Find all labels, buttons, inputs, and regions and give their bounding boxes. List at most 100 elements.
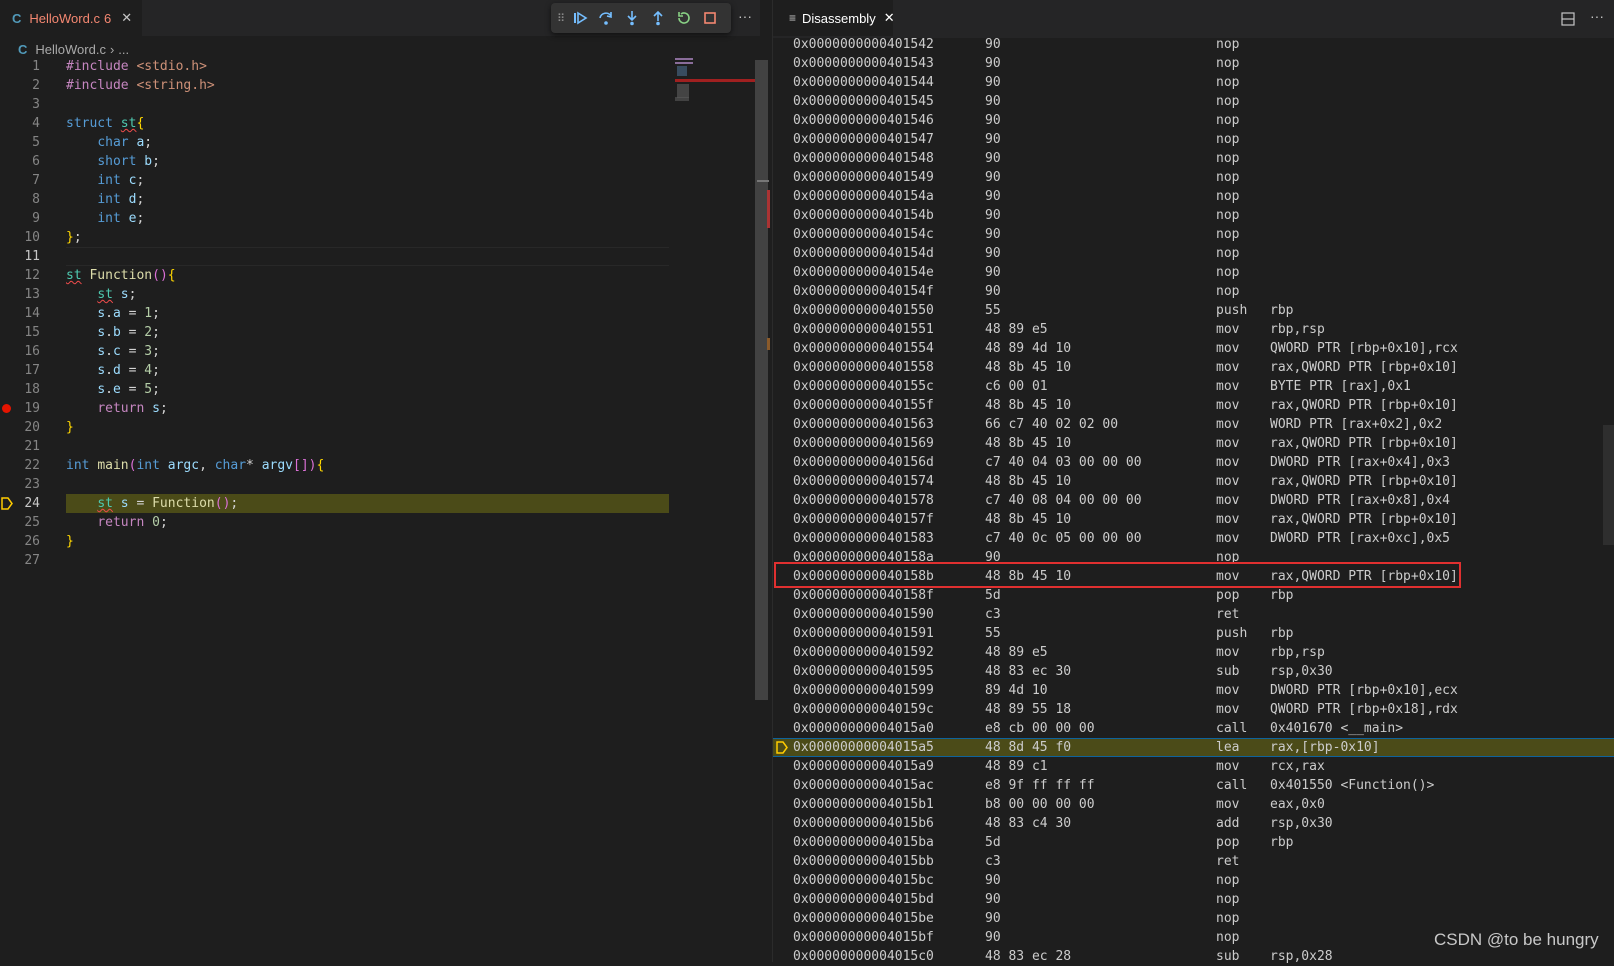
code-line[interactable]: 11 [0, 247, 670, 266]
disassembly-row[interactable]: 0x0000000000401558 48 8b 45 10 mov rax,QWOR… [773, 358, 1614, 377]
code-line[interactable]: 19 return s; [0, 399, 670, 418]
tab-helloword-c[interactable]: C HelloWord.c 6 ✕ [0, 0, 142, 36]
code-line[interactable]: 10}; [0, 228, 670, 247]
disassembly-row[interactable]: 0x00000000004015a0 e8 cb 00 00 00 call 0x40… [773, 719, 1614, 738]
disassembly-row[interactable]: 0x00000000004015b6 48 83 c4 30 add rsp,0x30 [773, 814, 1614, 833]
code-line[interactable]: 13 st s; [0, 285, 670, 304]
step-over-icon[interactable] [593, 5, 619, 31]
disassembly-row[interactable]: 0x000000000040159c 48 89 55 18 mov QWORD PT… [773, 700, 1614, 719]
step-into-icon[interactable] [619, 5, 645, 31]
continue-icon[interactable] [567, 5, 593, 31]
code-line[interactable]: 9 int e; [0, 209, 670, 228]
disassembly-row[interactable]: 0x00000000004015be 90 nop [773, 909, 1614, 928]
disassembly-row[interactable]: 0x0000000000401543 90 nop [773, 54, 1614, 73]
scrollbar[interactable] [1603, 425, 1614, 545]
code-line[interactable]: 23 [0, 475, 670, 494]
code-line[interactable]: 3 [0, 95, 670, 114]
more-actions-icon[interactable]: ··· [738, 8, 752, 24]
disassembly-row[interactable]: 0x0000000000401595 48 83 ec 30 sub rsp,0x30 [773, 662, 1614, 681]
breadcrumb-file[interactable]: HelloWord.c [35, 42, 106, 57]
disassembly-row[interactable]: 0x00000000004015a5 48 8d 45 f0 lea rax,[rbp… [773, 738, 1614, 757]
restart-icon[interactable] [671, 5, 697, 31]
split-editor-icon[interactable] [1561, 12, 1575, 31]
bytes-cell: 90 [985, 246, 1001, 261]
disassembly-row[interactable]: 0x000000000040154a 90 nop [773, 187, 1614, 206]
disassembly-row[interactable]: 0x000000000040158f 5d pop rbp [773, 586, 1614, 605]
disassembly-row[interactable]: 0x000000000040154e 90 nop [773, 263, 1614, 282]
disassembly-row[interactable]: 0x0000000000401569 48 8b 45 10 mov rax,QWOR… [773, 434, 1614, 453]
disassembly-row[interactable]: 0x0000000000401542 90 nop [773, 35, 1614, 54]
disassembly-row[interactable]: 0x00000000004015a9 48 89 c1 mov rcx,rax [773, 757, 1614, 776]
code-line[interactable]: 22 int main(int argc, char* argv[]){ [0, 456, 670, 475]
disassembly-row[interactable]: 0x0000000000401574 48 8b 45 10 mov rax,QWOR… [773, 472, 1614, 491]
disassembly-row[interactable]: 0x00000000004015bb c3 ret [773, 852, 1614, 871]
address-cell: 0x0000000000401551 [793, 322, 934, 337]
disassembly-row[interactable]: 0x00000000004015ba 5d pop rbp [773, 833, 1614, 852]
scrollbar[interactable] [755, 60, 768, 700]
disassembly-row[interactable]: 0x0000000000401549 90 nop [773, 168, 1614, 187]
disassembly-row[interactable]: 0x0000000000401563 66 c7 40 02 02 00 mov WO… [773, 415, 1614, 434]
disassembly-row[interactable]: 0x0000000000401546 90 nop [773, 111, 1614, 130]
close-icon[interactable]: ✕ [121, 10, 132, 26]
code-line[interactable]: 2 #include <string.h> [0, 76, 670, 95]
code-line[interactable]: 25 return 0; [0, 513, 670, 532]
code-line[interactable]: 4 struct st{ [0, 114, 670, 133]
disassembly-row[interactable]: 0x00000000004015b1 b8 00 00 00 00 mov eax,0… [773, 795, 1614, 814]
disassembly-row[interactable]: 0x0000000000401592 48 89 e5 mov rbp,rsp [773, 643, 1614, 662]
disassembly-row[interactable]: 0x0000000000401550 55 push rbp [773, 301, 1614, 320]
code-text: } [66, 420, 74, 435]
disassembly-view[interactable]: 0x0000000000401542 90 nop 0x000000000040154… [773, 35, 1614, 966]
disassembly-row[interactable]: 0x0000000000401599 89 4d 10 mov DWORD PTR [… [773, 681, 1614, 700]
code-line[interactable]: 24 st s = Function(); [0, 494, 670, 513]
code-line[interactable]: 18 s.e = 5; [0, 380, 670, 399]
code-line[interactable]: 21 [0, 437, 670, 456]
disassembly-row[interactable]: 0x000000000040157f 48 8b 45 10 mov rax,QWOR… [773, 510, 1614, 529]
disassembly-row[interactable]: 0x0000000000401544 90 nop [773, 73, 1614, 92]
step-out-icon[interactable] [645, 5, 671, 31]
more-actions-icon[interactable]: ··· [1590, 8, 1604, 24]
disassembly-row[interactable]: 0x00000000004015bd 90 nop [773, 890, 1614, 909]
code-line[interactable]: 26} [0, 532, 670, 551]
bytes-cell: b8 00 00 00 00 [985, 797, 1095, 812]
code-line[interactable]: 6 short b; [0, 152, 670, 171]
disassembly-row[interactable]: 0x000000000040154b 90 nop [773, 206, 1614, 225]
code-line[interactable]: 16 s.c = 3; [0, 342, 670, 361]
disassembly-row[interactable]: 0x000000000040154f 90 nop [773, 282, 1614, 301]
disassembly-row[interactable]: 0x0000000000401548 90 nop [773, 149, 1614, 168]
code-area[interactable]: 1 #include <stdio.h> 2 #include <string.h> 3… [0, 57, 670, 570]
disassembly-row[interactable]: 0x00000000004015bc 90 nop [773, 871, 1614, 890]
code-line[interactable]: 8 int d; [0, 190, 670, 209]
tab-disassembly[interactable]: ≡ Disassembly ✕ [773, 0, 895, 36]
code-line[interactable]: 7 int c; [0, 171, 670, 190]
disassembly-row[interactable]: 0x0000000000401551 48 89 e5 mov rbp,rsp [773, 320, 1614, 339]
disassembly-row[interactable]: 0x0000000000401545 90 nop [773, 92, 1614, 111]
disassembly-row[interactable]: 0x0000000000401554 48 89 4d 10 mov QWORD PT… [773, 339, 1614, 358]
code-line[interactable]: 15 s.b = 2; [0, 323, 670, 342]
code-line[interactable]: 5 char a; [0, 133, 670, 152]
disassembly-row[interactable]: 0x0000000000401590 c3 ret [773, 605, 1614, 624]
disassembly-row[interactable]: 0x0000000000401578 c7 40 08 04 00 00 00 mo… [773, 491, 1614, 510]
code-text: s.d = 4; [97, 363, 160, 378]
breadcrumb-symbol[interactable]: ... [118, 42, 129, 57]
cursor-line-border [66, 247, 669, 266]
minimap[interactable] [675, 57, 755, 117]
disassembly-row[interactable]: 0x000000000040154d 90 nop [773, 244, 1614, 263]
disassembly-row[interactable]: 0x000000000040156d c7 40 04 03 00 00 00 mo… [773, 453, 1614, 472]
disassembly-row[interactable]: 0x0000000000401591 55 push rbp [773, 624, 1614, 643]
disassembly-row[interactable]: 0x00000000004015ac e8 9f ff ff ff call 0x40… [773, 776, 1614, 795]
code-line[interactable]: 14 s.a = 1; [0, 304, 670, 323]
code-text: }; [66, 230, 82, 245]
code-line[interactable]: 27 [0, 551, 670, 570]
disassembly-row[interactable]: 0x0000000000401583 c7 40 0c 05 00 00 00 mo… [773, 529, 1614, 548]
code-line[interactable]: 20} [0, 418, 670, 437]
stop-icon[interactable] [697, 5, 723, 31]
disassembly-row[interactable]: 0x000000000040155c c6 00 01 mov BYTE PTR [r… [773, 377, 1614, 396]
code-line[interactable]: 1 #include <stdio.h> [0, 57, 670, 76]
disassembly-row[interactable]: 0x000000000040155f 48 8b 45 10 mov rax,QWOR… [773, 396, 1614, 415]
code-line[interactable]: 12 st Function(){ [0, 266, 670, 285]
disassembly-row[interactable]: 0x0000000000401547 90 nop [773, 130, 1614, 149]
code-line[interactable]: 17 s.d = 4; [0, 361, 670, 380]
disassembly-row[interactable]: 0x000000000040154c 90 nop [773, 225, 1614, 244]
drag-handle-icon[interactable]: ⠿ [557, 12, 567, 25]
close-icon[interactable]: ✕ [884, 10, 895, 26]
